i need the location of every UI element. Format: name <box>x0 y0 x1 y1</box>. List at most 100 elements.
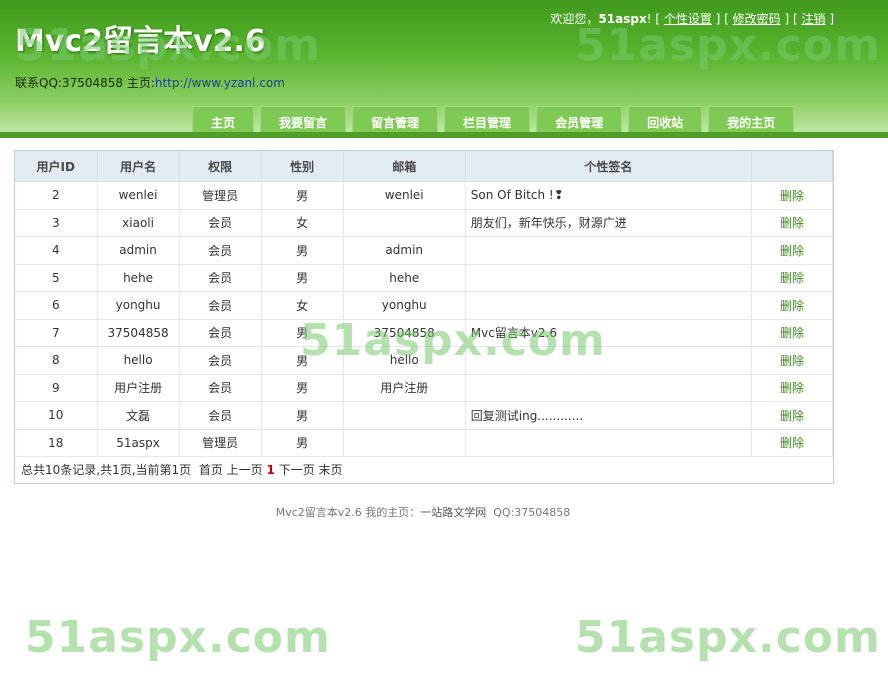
cell-actions: 删除 <box>751 429 834 457</box>
table-row: 5 hehe 会员男 hehe 删除 <box>15 264 834 292</box>
cell-email: hehe <box>343 264 466 292</box>
cell-email: wenlei <box>343 181 466 210</box>
cell-sex: 男 <box>261 401 344 430</box>
col-header-role: 权限 <box>179 151 262 182</box>
cell-role: 会员 <box>179 374 262 402</box>
cell-user-id: 6 <box>15 291 98 320</box>
delete-link[interactable]: 删除 <box>780 436 804 450</box>
watermark-bottom-left: 51aspx.com <box>25 612 331 663</box>
profile-settings-link[interactable]: 个性设置 <box>664 12 712 26</box>
delete-link[interactable]: 删除 <box>780 216 804 230</box>
cell-username: yonghu <box>97 291 180 320</box>
cell-signature <box>465 346 752 375</box>
cell-user-id: 4 <box>15 236 98 265</box>
cell-user-id: 8 <box>15 346 98 375</box>
cell-email <box>343 429 466 457</box>
cell-sex: 男 <box>261 264 344 292</box>
cell-role: 会员 <box>179 319 262 347</box>
pager-next[interactable]: 下一页 <box>279 463 315 477</box>
delete-link[interactable]: 删除 <box>780 354 804 368</box>
cell-signature: 朋友们，新年快乐，财源广进 <box>465 209 752 237</box>
cell-user-id: 18 <box>15 429 98 457</box>
cell-actions: 删除 <box>751 401 834 430</box>
contact-info: 联系QQ:37504858 主页:http://www.yzanl.com <box>15 74 285 91</box>
page-footer: Mvc2留言本v2.6 我的主页：一站路文学网 QQ:37504858 <box>0 504 846 520</box>
cell-role: 会员 <box>179 236 262 265</box>
delete-link[interactable]: 删除 <box>780 299 804 313</box>
footer-text: Mvc2留言本v2.6 我的主页： <box>275 506 421 519</box>
cell-email: yonghu <box>343 291 466 320</box>
cell-role: 会员 <box>179 264 262 292</box>
cell-sex: 男 <box>261 319 344 347</box>
watermark-bottom-right: 51aspx.com <box>575 612 881 663</box>
cell-actions: 删除 <box>751 236 834 265</box>
cell-email: 37504858 <box>343 319 466 347</box>
site-title: Mvc2留言本v2.6 <box>15 24 266 59</box>
table-row: 2 wenlei 管理员男 wenlei Son Of Bitch !❢ 删除 <box>15 181 834 210</box>
change-password-link[interactable]: 修改密码 <box>733 12 781 26</box>
cell-username: wenlei <box>97 181 180 210</box>
table-row: 6 yonghu 会员女 yonghu 删除 <box>15 291 834 320</box>
cell-role: 管理员 <box>179 429 262 457</box>
homepage-link[interactable]: http://www.yzanl.com <box>155 76 285 90</box>
cell-role: 会员 <box>179 346 262 375</box>
cell-actions: 删除 <box>751 319 834 347</box>
current-username: 51aspx <box>598 12 647 26</box>
cell-sex: 男 <box>261 374 344 402</box>
pager-prev[interactable]: 上一页 <box>227 463 263 477</box>
cell-actions: 删除 <box>751 374 834 402</box>
delete-link[interactable]: 删除 <box>780 381 804 395</box>
cell-email <box>343 401 466 430</box>
cell-username: hehe <box>97 264 180 292</box>
cell-user-id: 7 <box>15 319 98 347</box>
logout-link[interactable]: 注销 <box>801 12 825 26</box>
cell-sex: 女 <box>261 291 344 320</box>
pager-summary: 总共10条记录,共1页,当前第1页 <box>21 463 192 477</box>
cell-username: 51aspx <box>97 429 180 457</box>
delete-link[interactable]: 删除 <box>780 271 804 285</box>
member-list-panel: 用户ID 用户名 权限 性别 邮箱 个性签名 2 wenlei 管理员男 wenlei… <box>14 150 834 484</box>
table-row: 7 37504858 会员男 37504858 Mvc留言本v2.6 删除 <box>15 319 834 347</box>
cell-role: 管理员 <box>179 181 262 210</box>
member-table: 用户ID 用户名 权限 性别 邮箱 个性签名 2 wenlei 管理员男 wenlei… <box>15 151 834 457</box>
cell-signature <box>465 264 752 292</box>
footer-homepage-link[interactable]: 一站路文学网 <box>420 506 486 519</box>
cell-actions: 删除 <box>751 181 834 210</box>
table-header-row: 用户ID 用户名 权限 性别 邮箱 个性签名 <box>15 151 834 182</box>
delete-link[interactable]: 删除 <box>780 409 804 423</box>
cell-username: 文磊 <box>97 401 180 430</box>
pager-current: 1 <box>266 463 275 477</box>
footer-qq: QQ:37504858 <box>493 506 571 519</box>
cell-signature: Mvc留言本v2.6 <box>465 319 752 347</box>
cell-role: 会员 <box>179 209 262 237</box>
cell-email: 用户注册 <box>343 374 466 402</box>
cell-signature <box>465 429 752 457</box>
table-row: 9 用户注册 会员男用户注册 删除 <box>15 374 834 402</box>
welcome-exclaim: ! <box>646 12 652 26</box>
col-header-sex: 性别 <box>261 151 344 182</box>
delete-link[interactable]: 删除 <box>780 189 804 203</box>
col-header-id: 用户ID <box>15 151 98 182</box>
cell-username: xiaoli <box>97 209 180 237</box>
cell-email: admin <box>343 236 466 265</box>
cell-sex: 男 <box>261 346 344 375</box>
cell-sex: 男 <box>261 181 344 210</box>
cell-username: hello <box>97 346 180 375</box>
table-row: 18 51aspx 管理员男 删除 <box>15 429 834 457</box>
cell-actions: 删除 <box>751 346 834 375</box>
table-row: 4 admin 会员男 admin 删除 <box>15 236 834 265</box>
cell-signature <box>465 291 752 320</box>
cell-signature <box>465 236 752 265</box>
cell-signature: 回复测试ing............ <box>465 401 752 430</box>
cell-user-id: 10 <box>15 401 98 430</box>
delete-link[interactable]: 删除 <box>780 244 804 258</box>
delete-link[interactable]: 删除 <box>780 326 804 340</box>
user-bar: 欢迎您，51aspx! [ 个性设置 ] [ 修改密码 ] [ 注销 ] <box>550 12 834 26</box>
contact-text: 联系QQ:37504858 主页: <box>15 76 155 90</box>
col-header-username: 用户名 <box>97 151 180 182</box>
cell-role: 会员 <box>179 291 262 320</box>
pager-last[interactable]: 末页 <box>319 463 343 477</box>
cell-role: 会员 <box>179 401 262 430</box>
cell-actions: 删除 <box>751 209 834 237</box>
pager-first[interactable]: 首页 <box>199 463 223 477</box>
